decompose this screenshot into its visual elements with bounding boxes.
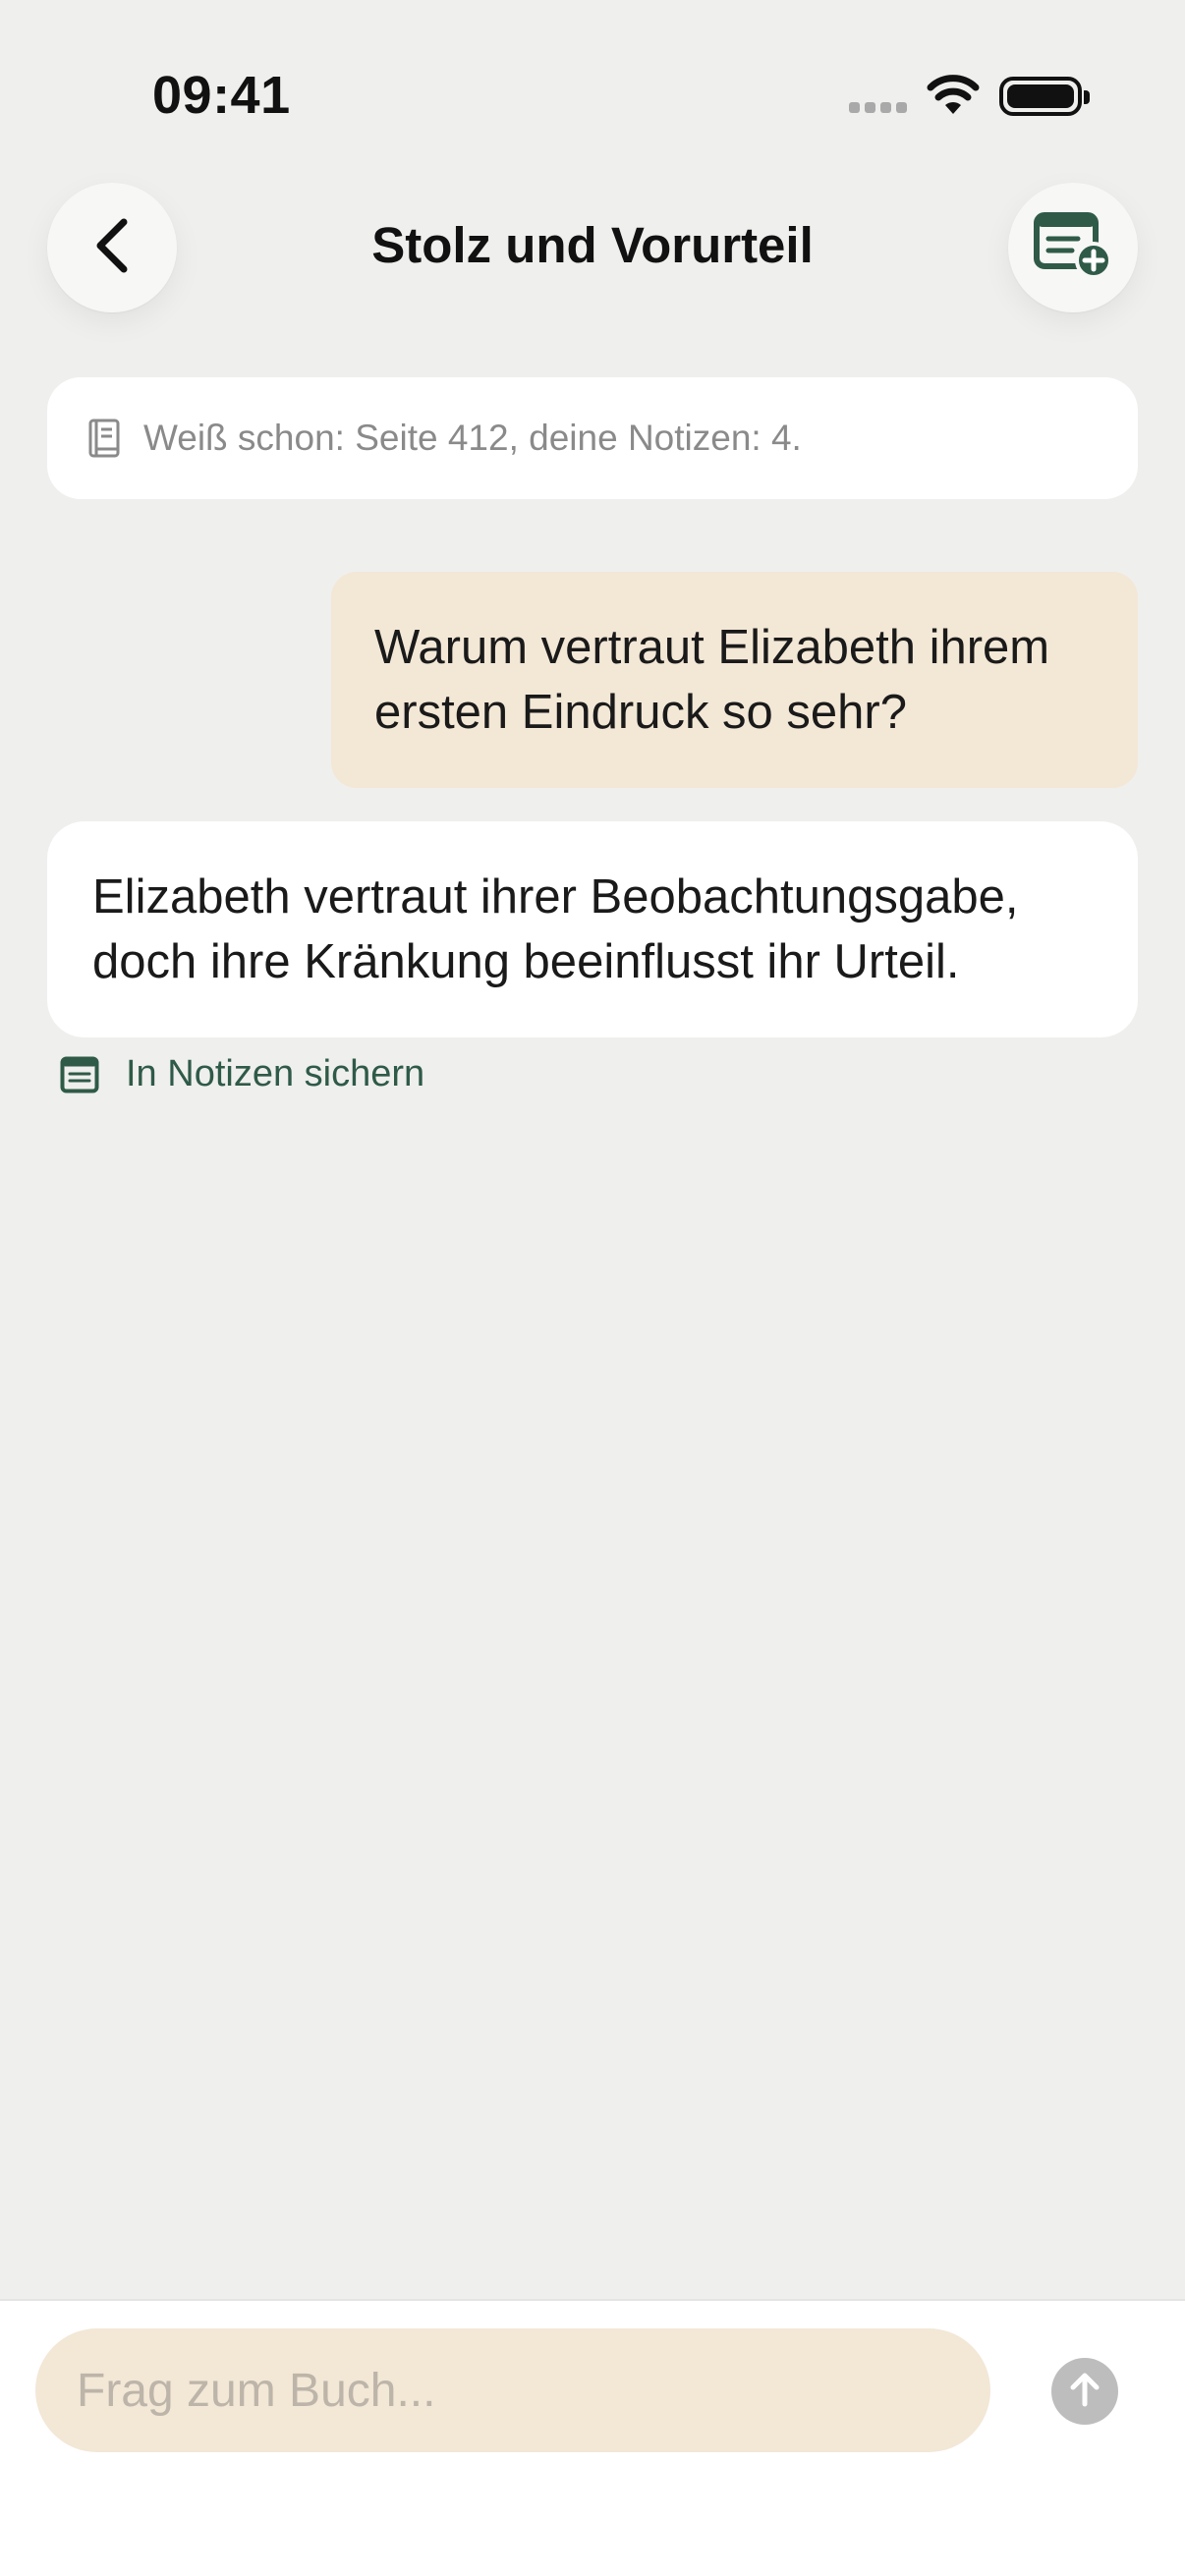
note-add-icon bbox=[1033, 211, 1113, 285]
context-banner: Weiß schon: Seite 412, deine Notizen: 4. bbox=[47, 377, 1138, 499]
question-input[interactable] bbox=[35, 2328, 990, 2452]
status-bar: 09:41 bbox=[0, 0, 1185, 157]
user-message: Warum vertraut Elizabeth ihrem ersten Ei… bbox=[331, 572, 1138, 788]
add-note-button[interactable] bbox=[1008, 183, 1138, 312]
composer-bar bbox=[0, 2299, 1185, 2576]
wifi-icon bbox=[927, 75, 980, 116]
send-button[interactable] bbox=[1051, 2358, 1118, 2425]
battery-icon bbox=[999, 77, 1090, 116]
save-to-notes-button[interactable]: In Notizen sichern bbox=[59, 1053, 424, 1095]
cellular-signal-icon bbox=[849, 102, 908, 118]
chevron-left-icon bbox=[90, 216, 134, 280]
status-time: 09:41 bbox=[152, 66, 291, 125]
save-to-notes-label: In Notizen sichern bbox=[126, 1053, 425, 1094]
arrow-up-icon bbox=[1068, 2371, 1101, 2413]
assistant-message: Elizabeth vertraut ihrer Beobachtungsgab… bbox=[47, 821, 1138, 1037]
context-text: Weiß schon: Seite 412, deine Notizen: 4. bbox=[143, 418, 802, 458]
back-button[interactable] bbox=[47, 183, 177, 312]
notes-icon bbox=[59, 1054, 100, 1095]
book-icon bbox=[86, 418, 122, 459]
page-title: Stolz und Vorurteil bbox=[371, 217, 814, 273]
